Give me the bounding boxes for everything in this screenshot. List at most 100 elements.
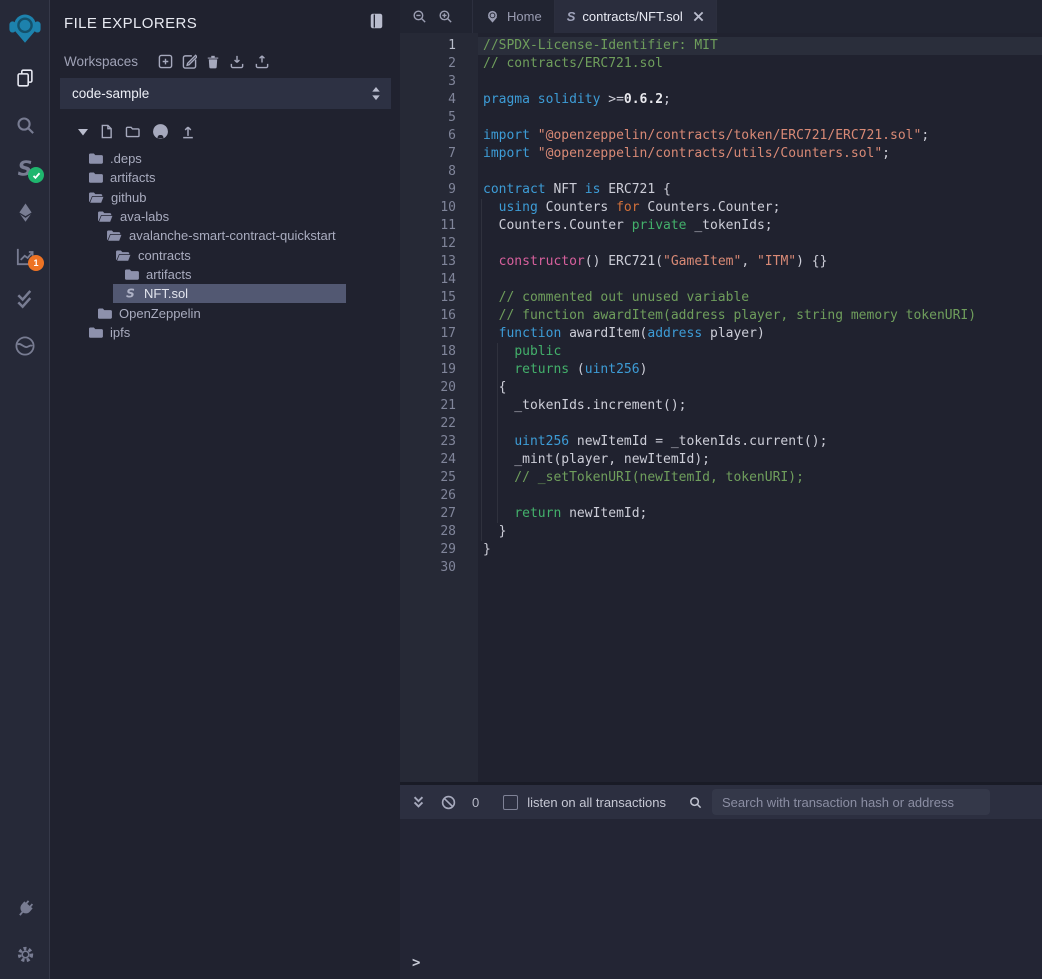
static-analysis-icon[interactable]: 1 (0, 241, 50, 271)
tree-item--deps[interactable]: .deps (50, 149, 400, 168)
folder-closed-icon (88, 152, 103, 165)
restore-workspace-icon[interactable] (254, 54, 270, 69)
folder-open-icon (88, 191, 104, 204)
folder-open-icon (115, 249, 131, 262)
file-tree: .deps artifacts github ava-labs avalanche-sm… (50, 149, 400, 342)
create-workspace-icon[interactable] (158, 54, 173, 69)
code-editor[interactable]: 1234567891011121314151617181920212223242… (400, 33, 1042, 782)
code-line-12 (483, 235, 1042, 253)
solidity-compiler-icon[interactable]: S (0, 154, 50, 184)
folder-closed-icon (124, 268, 139, 281)
code-line-1: //SPDX-License-Identifier: MIT (483, 37, 1042, 55)
rename-workspace-icon[interactable] (182, 54, 197, 69)
code-line-18: public (483, 343, 1042, 361)
plugin-manager-icon[interactable] (0, 894, 50, 924)
code-line-25: // _setTokenURI(newItemId, tokenURI); (483, 469, 1042, 487)
editor-tab-bar: Home S contracts/NFT.sol (400, 0, 1042, 33)
remix-logo[interactable] (0, 10, 50, 46)
workspace-selected-value: code-sample (72, 86, 149, 101)
publish-gist-github-icon[interactable] (152, 123, 169, 140)
upload-file-icon[interactable] (181, 124, 195, 139)
code-line-10: using Counters for Counters.Counter; (483, 199, 1042, 217)
tree-item-avalanche-smart-contract-quickstart[interactable]: avalanche-smart-contract-quickstart (50, 226, 400, 245)
download-workspace-icon[interactable] (229, 54, 245, 69)
code-line-23: uint256 newItemId = _tokenIds.current(); (483, 433, 1042, 451)
tab-home-label: Home (507, 9, 542, 24)
code-line-29: } (483, 541, 1042, 559)
terminal-search-input[interactable] (712, 789, 990, 815)
terminal-search-icon (688, 795, 703, 810)
tree-item-contracts[interactable]: contracts (50, 245, 400, 264)
collapse-caret-icon[interactable] (78, 128, 88, 136)
code-line-4: pragma solidity >=0.6.2; (483, 91, 1042, 109)
workspace-select[interactable]: code-sample (60, 78, 391, 109)
tree-item-label: ava-labs (120, 209, 169, 224)
zoom-out-icon[interactable] (406, 0, 432, 33)
code-line-2: // contracts/ERC721.sol (483, 55, 1042, 73)
code-content: //SPDX-License-Identifier: MIT// contrac… (478, 33, 1042, 782)
tab-contracts-nft-sol[interactable]: S contracts/NFT.sol (555, 0, 717, 33)
search-icon[interactable] (0, 110, 50, 140)
solidity-file-icon: S (124, 287, 137, 300)
tree-item-ipfs[interactable]: ipfs (50, 323, 400, 342)
plugin-circle-icon[interactable] (0, 331, 50, 361)
vertical-icon-panel: S 1 (0, 0, 50, 979)
workspaces-label: Workspaces (64, 54, 138, 69)
code-line-27: return newItemId; (483, 505, 1042, 523)
folder-closed-icon (88, 171, 103, 184)
tree-item-label: contracts (138, 248, 191, 263)
delete-workspace-icon[interactable] (206, 54, 220, 69)
deploy-run-icon[interactable] (0, 197, 50, 227)
tree-item-label: NFT.sol (144, 286, 188, 301)
code-line-28: } (483, 523, 1042, 541)
tree-item-label: OpenZeppelin (119, 306, 201, 321)
tree-item-nft-sol[interactable]: S NFT.sol (50, 284, 400, 303)
code-line-6: import "@openzeppelin/contracts/token/ER… (483, 127, 1042, 145)
main-editor-column: Home S contracts/NFT.sol 123456789101112… (400, 0, 1042, 979)
compiler-success-badge (28, 167, 44, 183)
code-line-11: Counters.Counter private _tokenIds; (483, 217, 1042, 235)
code-line-5 (483, 109, 1042, 127)
tree-item-openzeppelin[interactable]: OpenZeppelin (50, 303, 400, 322)
new-file-icon[interactable] (100, 124, 113, 139)
code-line-15: // commented out unused variable (483, 289, 1042, 307)
clear-console-icon[interactable] (441, 795, 456, 810)
folder-closed-icon (97, 307, 112, 320)
new-folder-icon[interactable] (125, 125, 140, 138)
code-line-7: import "@openzeppelin/contracts/utils/Co… (483, 145, 1042, 163)
documentation-book-icon[interactable] (369, 13, 384, 34)
file-explorer-icon[interactable] (0, 63, 50, 93)
close-tab-icon[interactable] (693, 11, 704, 22)
select-updown-icon (371, 86, 381, 104)
solidity-file-icon: S (567, 9, 576, 24)
settings-icon[interactable] (0, 939, 50, 969)
svg-text:S: S (126, 287, 135, 300)
tree-item-label: artifacts (146, 267, 192, 282)
tree-item-label: ipfs (110, 325, 130, 340)
transaction-count: 0 (472, 795, 479, 810)
code-line-22 (483, 415, 1042, 433)
code-line-14 (483, 271, 1042, 289)
terminal-collapse-icon[interactable] (412, 795, 425, 809)
code-line-24: _mint(player, newItemId); (483, 451, 1042, 469)
folder-closed-icon (88, 326, 103, 339)
tree-item-label: github (111, 190, 146, 205)
zoom-in-icon[interactable] (432, 0, 458, 33)
panel-title: FILE EXPLORERS (64, 15, 369, 32)
tree-item-label: avalanche-smart-contract-quickstart (129, 228, 336, 243)
tab-home[interactable]: Home (472, 0, 555, 33)
unit-testing-icon[interactable] (0, 285, 50, 315)
listen-transactions-label: listen on all transactions (527, 795, 666, 810)
tree-item-artifacts[interactable]: artifacts (50, 168, 400, 187)
terminal-output[interactable]: > (400, 819, 1042, 979)
tree-item-label: artifacts (110, 170, 156, 185)
code-line-3 (483, 73, 1042, 91)
tree-item-ava-labs[interactable]: ava-labs (50, 207, 400, 226)
listen-transactions-checkbox[interactable] (503, 795, 518, 810)
code-line-13: constructor() ERC721("GameItem", "ITM") … (483, 253, 1042, 271)
remix-ide-app: S 1 (0, 0, 1042, 979)
code-line-21: _tokenIds.increment(); (483, 397, 1042, 415)
code-line-17: function awardItem(address player) (483, 325, 1042, 343)
tree-item-artifacts[interactable]: artifacts (50, 265, 400, 284)
tree-item-github[interactable]: github (50, 188, 400, 207)
